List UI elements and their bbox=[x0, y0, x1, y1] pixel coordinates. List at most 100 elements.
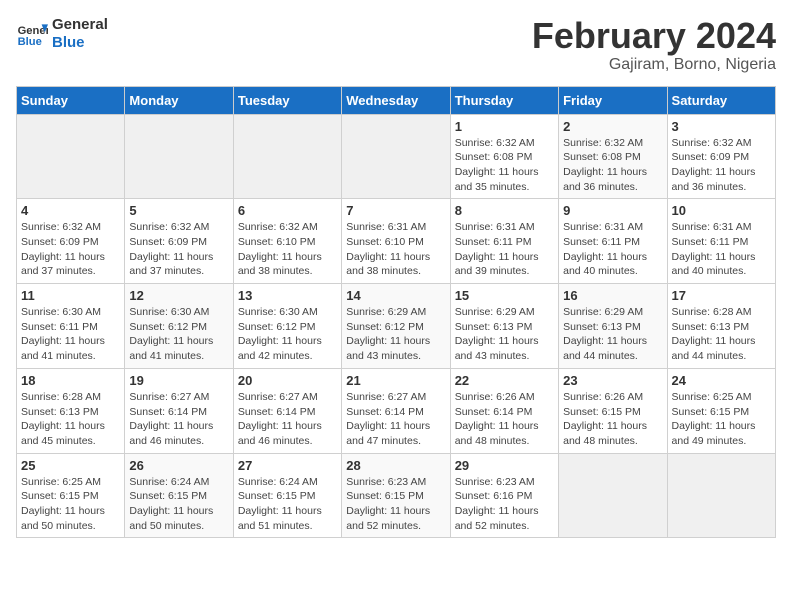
calendar-cell: 2Sunrise: 6:32 AMSunset: 6:08 PMDaylight… bbox=[559, 114, 667, 199]
info-line: Sunrise: 6:30 AM bbox=[21, 306, 101, 318]
info-line: Sunset: 6:15 PM bbox=[563, 406, 641, 418]
day-number: 24 bbox=[672, 373, 771, 388]
calendar-cell: 20Sunrise: 6:27 AMSunset: 6:14 PMDayligh… bbox=[233, 368, 341, 453]
day-info: Sunrise: 6:28 AM Sunset: 6:13 PM Daylight:… bbox=[21, 390, 120, 449]
info-line: Sunset: 6:14 PM bbox=[455, 406, 533, 418]
info-line: Sunset: 6:09 PM bbox=[129, 236, 207, 248]
header-row: Sunday Monday Tuesday Wednesday Thursday… bbox=[17, 86, 776, 114]
info-line: Sunset: 6:13 PM bbox=[455, 321, 533, 333]
info-line: Sunrise: 6:23 AM bbox=[455, 476, 535, 488]
info-line: Sunrise: 6:29 AM bbox=[455, 306, 535, 318]
day-info: Sunrise: 6:28 AMSunset: 6:13 PMDaylight:… bbox=[672, 305, 771, 364]
day-info: Sunrise: 6:26 AMSunset: 6:14 PMDaylight:… bbox=[455, 390, 554, 449]
day-number: 19 bbox=[129, 373, 228, 388]
info-line: Sunset: 6:08 PM bbox=[455, 151, 533, 163]
day-number: 13 bbox=[238, 288, 337, 303]
info-line: Daylight: 11 hours and 48 minutes. bbox=[563, 420, 647, 447]
calendar-body: 1Sunrise: 6:32 AMSunset: 6:08 PMDaylight… bbox=[17, 114, 776, 538]
info-line: Daylight: 11 hours and 52 minutes. bbox=[346, 505, 430, 532]
info-line: Daylight: 11 hours and 43 minutes. bbox=[346, 335, 430, 362]
calendar-cell: 25Sunrise: 6:25 AMSunset: 6:15 PMDayligh… bbox=[17, 453, 125, 538]
info-line: Sunrise: 6:27 AM bbox=[238, 391, 318, 403]
info-line: Daylight: 11 hours and 48 minutes. bbox=[455, 420, 539, 447]
info-line: Daylight: 11 hours and 44 minutes. bbox=[563, 335, 647, 362]
day-info: Sunrise: 6:29 AMSunset: 6:13 PMDaylight:… bbox=[563, 305, 662, 364]
day-number: 5 bbox=[129, 203, 228, 218]
info-line: Sunset: 6:15 PM bbox=[238, 490, 316, 502]
info-line: Daylight: 11 hours and 39 minutes. bbox=[455, 251, 539, 278]
day-info: Sunrise: 6:23 AMSunset: 6:16 PMDaylight:… bbox=[455, 475, 554, 534]
info-line: Sunset: 6:15 PM bbox=[672, 406, 750, 418]
info-line: Sunrise: 6:30 AM bbox=[238, 306, 318, 318]
day-number: 20 bbox=[238, 373, 337, 388]
info-line: Sunset: 6:11 PM bbox=[455, 236, 532, 248]
info-line: Sunset: 6:14 PM bbox=[129, 406, 207, 418]
header-sunday: Sunday bbox=[17, 86, 125, 114]
calendar-cell: 18 Sunrise: 6:28 AM Sunset: 6:13 PM Dayligh… bbox=[17, 368, 125, 453]
info-line: Daylight: 11 hours and 38 minutes. bbox=[238, 251, 322, 278]
day-number: 18 bbox=[21, 373, 120, 388]
info-line: Daylight: 11 hours and 50 minutes. bbox=[129, 505, 213, 532]
info-line: Sunrise: 6:32 AM bbox=[455, 137, 535, 149]
info-line: Sunset: 6:10 PM bbox=[238, 236, 316, 248]
day-number: 27 bbox=[238, 458, 337, 473]
day-info: Sunrise: 6:27 AMSunset: 6:14 PMDaylight:… bbox=[238, 390, 337, 449]
calendar-cell: 22Sunrise: 6:26 AMSunset: 6:14 PMDayligh… bbox=[450, 368, 558, 453]
day-number: 25 bbox=[21, 458, 120, 473]
info-line: Daylight: 11 hours and 37 minutes. bbox=[129, 251, 213, 278]
info-line: Sunrise: 6:28 AM bbox=[672, 306, 752, 318]
calendar-cell: 9Sunrise: 6:31 AMSunset: 6:11 PMDaylight… bbox=[559, 199, 667, 284]
info-line: Daylight: 11 hours and 45 minutes. bbox=[21, 420, 105, 447]
info-line: Sunrise: 6:32 AM bbox=[238, 221, 318, 233]
info-line: Daylight: 11 hours and 40 minutes. bbox=[672, 251, 756, 278]
day-info: Sunrise: 6:32 AMSunset: 6:09 PMDaylight:… bbox=[672, 136, 771, 195]
info-line: Sunset: 6:14 PM bbox=[238, 406, 316, 418]
info-line: Daylight: 11 hours and 41 minutes. bbox=[129, 335, 213, 362]
calendar-title: February 2024 bbox=[532, 16, 776, 56]
info-line: Sunset: 6:09 PM bbox=[672, 151, 750, 163]
calendar-cell: 8 Sunrise: 6:31 AM Sunset: 6:11 PM Daylight… bbox=[450, 199, 558, 284]
info-line: Daylight: 11 hours and 49 minutes. bbox=[672, 420, 756, 447]
info-line: Sunrise: 6:32 AM bbox=[563, 137, 643, 149]
info-line: Sunrise: 6:25 AM bbox=[672, 391, 752, 403]
info-line: Sunrise: 6:31 AM bbox=[563, 221, 643, 233]
day-info: Sunrise: 6:31 AMSunset: 6:10 PMDaylight:… bbox=[346, 220, 445, 279]
calendar-week-5: 25Sunrise: 6:25 AMSunset: 6:15 PMDayligh… bbox=[17, 453, 776, 538]
calendar-cell: 13Sunrise: 6:30 AMSunset: 6:12 PMDayligh… bbox=[233, 284, 341, 369]
header-saturday: Saturday bbox=[667, 86, 775, 114]
calendar-week-1: 1Sunrise: 6:32 AMSunset: 6:08 PMDaylight… bbox=[17, 114, 776, 199]
info-line: Daylight: 11 hours and 47 minutes. bbox=[346, 420, 430, 447]
info-line: Sunset: 6:10 PM bbox=[346, 236, 424, 248]
day-number: 12 bbox=[129, 288, 228, 303]
day-number: 26 bbox=[129, 458, 228, 473]
info-line: Sunrise: 6:29 AM bbox=[563, 306, 643, 318]
calendar-cell: 1Sunrise: 6:32 AMSunset: 6:08 PMDaylight… bbox=[450, 114, 558, 199]
header-wednesday: Wednesday bbox=[342, 86, 450, 114]
calendar-week-3: 11Sunrise: 6:30 AMSunset: 6:11 PMDayligh… bbox=[17, 284, 776, 369]
info-line: Sunrise: 6:32 AM bbox=[672, 137, 752, 149]
info-line: Sunrise: 6:26 AM bbox=[563, 391, 643, 403]
info-line: Daylight: 11 hours and 42 minutes. bbox=[238, 335, 322, 362]
day-info: Sunrise: 6:32 AMSunset: 6:08 PMDaylight:… bbox=[455, 136, 554, 195]
day-number: 8 bbox=[455, 203, 554, 218]
info-line: Sunset: 6:11 PM bbox=[672, 236, 749, 248]
info-line: Daylight: 11 hours and 46 minutes. bbox=[129, 420, 213, 447]
calendar-week-4: 18 Sunrise: 6:28 AM Sunset: 6:13 PM Dayligh… bbox=[17, 368, 776, 453]
day-number: 21 bbox=[346, 373, 445, 388]
calendar-cell: 29 Sunrise: 6:23 AMSunset: 6:16 PMDayligh… bbox=[450, 453, 558, 538]
info-line: Sunset: 6:14 PM bbox=[346, 406, 424, 418]
info-line: Sunrise: 6:30 AM bbox=[129, 306, 209, 318]
info-line: Sunset: 6:11 PM bbox=[563, 236, 640, 248]
day-info: Sunrise: 6:31 AMSunset: 6:11 PMDaylight:… bbox=[563, 220, 662, 279]
info-line: Sunset: 6:13 PM bbox=[21, 406, 99, 418]
day-info: Sunrise: 6:30 AMSunset: 6:12 PMDaylight:… bbox=[129, 305, 228, 364]
day-number: 29 bbox=[455, 458, 554, 473]
info-line: Sunrise: 6:28 AM bbox=[21, 391, 101, 403]
day-number: 11 bbox=[21, 288, 120, 303]
calendar-cell: 23Sunrise: 6:26 AMSunset: 6:15 PMDayligh… bbox=[559, 368, 667, 453]
calendar-cell: 27Sunrise: 6:24 AMSunset: 6:15 PMDayligh… bbox=[233, 453, 341, 538]
day-info: Sunrise: 6:32 AM Sunset: 6:10 PM Daylight:… bbox=[238, 220, 337, 279]
info-line: Sunrise: 6:31 AM bbox=[455, 221, 535, 233]
info-line: Sunset: 6:13 PM bbox=[672, 321, 750, 333]
calendar-cell: 16Sunrise: 6:29 AMSunset: 6:13 PMDayligh… bbox=[559, 284, 667, 369]
